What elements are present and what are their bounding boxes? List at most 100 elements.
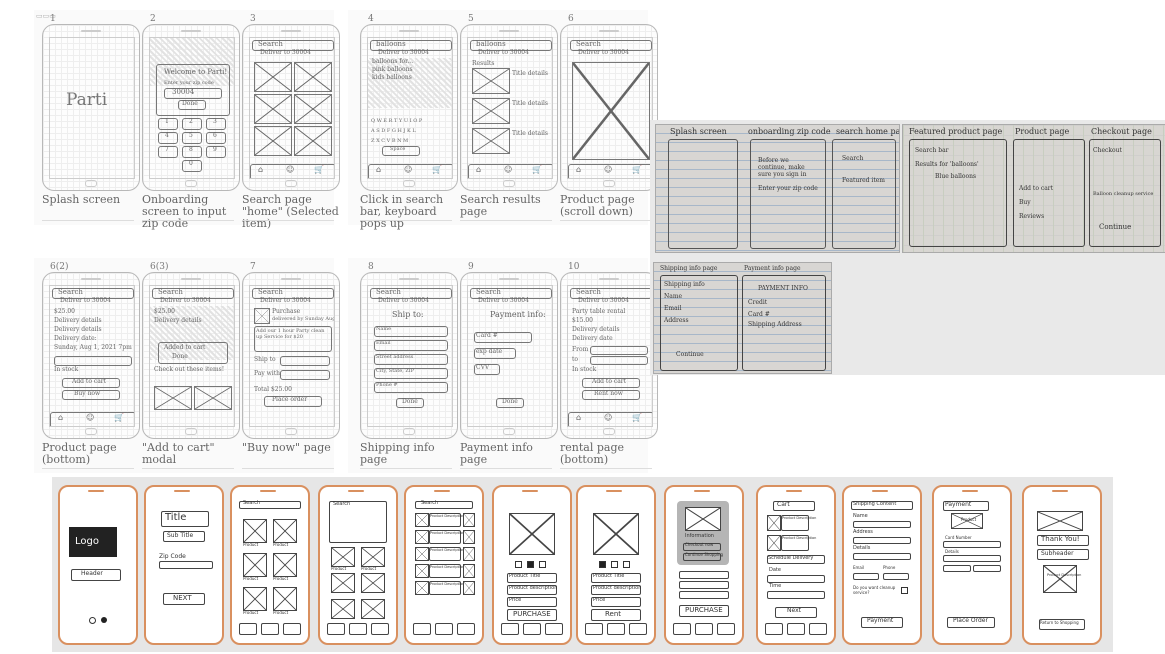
address-input[interactable]: [853, 537, 911, 544]
screen-number: 6(3): [150, 262, 169, 272]
nav-tab[interactable]: [457, 623, 475, 635]
screen-number: 4: [368, 14, 374, 24]
home-icon: ⌂: [576, 413, 582, 422]
time-select[interactable]: [767, 591, 825, 599]
result-image: [472, 98, 510, 124]
name-label: Name: [853, 513, 868, 519]
search-text: Search: [58, 288, 83, 296]
result-thumb: [463, 564, 475, 578]
photo-c-payment: PAYMENT INFO: [758, 285, 808, 292]
home-icon[interactable]: [327, 623, 345, 635]
cart-icon[interactable]: [349, 623, 367, 635]
nav-tab[interactable]: [435, 623, 453, 635]
wireframe-product-purchase: Product Title Product description Price PUR…: [492, 485, 572, 645]
screen-caption: Payment info page: [460, 441, 533, 466]
wireframe-results-list: Search Product Description Product Descrip…: [404, 485, 484, 645]
buy-now-label: Buy now: [74, 390, 101, 397]
sketch-phone-row1-5: balloons Deliver to 30004 Results Title det…: [460, 24, 558, 191]
home-icon[interactable]: [239, 623, 257, 635]
payment-title: Payment: [945, 501, 972, 508]
phone-home-button: [185, 180, 197, 187]
product-image: [294, 94, 332, 124]
nav-tab[interactable]: [523, 623, 541, 635]
phone-notch: [348, 490, 364, 492]
info-box: [679, 571, 729, 579]
nav-tab[interactable]: [717, 623, 735, 635]
modal-image: [685, 507, 721, 531]
cvv-input[interactable]: [973, 565, 1001, 572]
screen-number: 3: [250, 14, 256, 24]
sketch-phone-row2-2: Search Deliver to 30004 $25.00 Delivery det…: [142, 272, 240, 439]
deliver-to-text: Deliver to 30004: [260, 49, 311, 56]
profile-icon[interactable]: [283, 623, 301, 635]
exp-input[interactable]: [943, 565, 971, 572]
wireframe-home-grid: Search Product Product Product Product Produc…: [230, 485, 310, 645]
cart-item-image: [767, 535, 781, 551]
wireframe-screen: Search Product Product: [325, 497, 389, 635]
to-label: to: [572, 356, 579, 363]
nav-tab[interactable]: [607, 623, 625, 635]
details-input[interactable]: [943, 555, 1001, 562]
screen-caption: rental page (bottom): [560, 441, 624, 466]
name-input[interactable]: [853, 521, 911, 528]
wireframe-splash: Logo Header: [58, 485, 138, 645]
cart-icon[interactable]: [261, 623, 279, 635]
nav-tab[interactable]: [765, 623, 783, 635]
suggestion-text: pink balloons: [372, 66, 413, 73]
date-select[interactable]: [767, 575, 825, 583]
keypad-digit: 0: [189, 160, 193, 167]
sketch-phone-row1-6: Search Deliver to 30004 ⌂ ☺ 🛒: [560, 24, 658, 191]
photo-b-checkout: Checkout: [1093, 147, 1122, 154]
nav-tab[interactable]: [545, 623, 563, 635]
phone-home-button: [503, 180, 515, 187]
phone-home-button: [603, 180, 615, 187]
wireframe-screen: Logo Header: [65, 497, 129, 634]
phone-input[interactable]: [883, 573, 909, 580]
result-title: Title details: [512, 130, 549, 137]
nav-tab[interactable]: [413, 623, 431, 635]
photo-b-title-3: Checkout page: [1091, 127, 1152, 136]
product-label: Product: [273, 610, 289, 615]
phone-screen: balloons Deliver to 30004 Results Title det…: [467, 37, 553, 179]
detail-text: Sunday, Aug 1, 2021 7pm: [54, 344, 132, 351]
keypad-digit: 5: [189, 132, 193, 139]
shipping-title: Shipping Content: [853, 501, 897, 507]
search-text: Search: [258, 288, 283, 296]
price-label: Price: [593, 597, 606, 603]
sketch-phone-row2-6: Search Deliver to 30004 Party table rental…: [560, 272, 658, 439]
wireframe-screen: Title Sub Title Zip Code NEXT: [151, 497, 215, 634]
nav-tab[interactable]: [673, 623, 691, 635]
phone-screen: Search Deliver to 30004 Payment info: Card …: [467, 285, 553, 427]
zip-value: 30004: [172, 88, 195, 96]
zip-input[interactable]: [159, 561, 213, 569]
profile-icon[interactable]: [371, 623, 389, 635]
purchase-label: PURCHASE: [513, 610, 551, 618]
rent-now-label: Rent now: [594, 390, 623, 397]
cleanup-checkbox[interactable]: [901, 587, 908, 594]
screen-number: 6: [568, 14, 574, 24]
add-to-cart-label: Add to cart: [592, 378, 627, 385]
search-text: Search: [421, 500, 439, 506]
stock-text: In stock: [54, 366, 79, 373]
nav-tab[interactable]: [629, 623, 647, 635]
email-input[interactable]: [853, 573, 879, 580]
nav-tab[interactable]: [695, 623, 713, 635]
photo-b-results: Results for 'balloons': [915, 161, 979, 168]
cart-icon: 🛒: [314, 165, 324, 174]
nav-tab[interactable]: [787, 623, 805, 635]
search-text: Search: [376, 288, 401, 296]
phone-home-button: [285, 180, 297, 187]
delivered-text: delivered by Sunday Aug 1: [272, 316, 335, 322]
caption-underline: [242, 468, 334, 469]
card-number-input[interactable]: [943, 541, 1001, 548]
address-label: Address: [853, 529, 873, 535]
details-input[interactable]: [853, 553, 911, 560]
deliver-to-text: Deliver to 30004: [478, 49, 529, 56]
result-label: Product Description: [430, 514, 465, 518]
phone-notch: [260, 490, 276, 492]
deliver-to-text: Deliver to 30004: [260, 297, 311, 304]
results-label: Results: [472, 60, 495, 67]
nav-tab[interactable]: [809, 623, 827, 635]
nav-tab[interactable]: [501, 623, 519, 635]
nav-tab[interactable]: [585, 623, 603, 635]
